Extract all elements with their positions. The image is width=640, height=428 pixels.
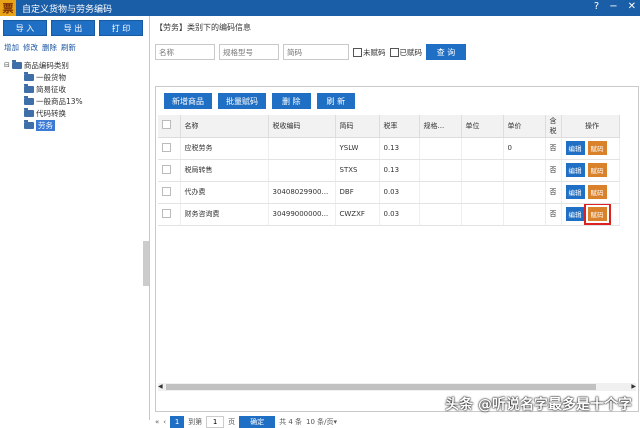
assigned-checkbox[interactable] xyxy=(389,47,399,57)
prev-page-button[interactable]: ‹ xyxy=(163,418,166,426)
model-search-input[interactable] xyxy=(219,44,279,60)
col-short-code[interactable]: 简码 xyxy=(335,115,380,138)
batch-assign-button[interactable]: 批量赋码 xyxy=(218,93,266,109)
add-product-button[interactable]: 新增商品 xyxy=(164,93,212,109)
page-size-select[interactable]: 10 条/页▾ xyxy=(306,417,337,427)
tree-root[interactable]: ⊟ 商品编码类别 xyxy=(4,59,149,71)
table-row[interactable]: 应税劳务 YSLW 0.13 0 否 编辑 赋码 xyxy=(158,137,620,160)
title-bar: 票 自定义货物与劳务编码 ? − ✕ xyxy=(0,0,640,16)
current-page-button[interactable]: 1 xyxy=(170,416,185,428)
short-code-search-input[interactable] xyxy=(283,44,349,60)
col-unit[interactable]: 单位 xyxy=(461,115,504,138)
print-button[interactable]: 打 印 xyxy=(99,20,143,36)
goto-page-input[interactable] xyxy=(206,416,225,428)
tree-item-services[interactable]: 劳务 xyxy=(4,119,149,131)
refresh-link[interactable]: 刷新 xyxy=(61,42,76,53)
scroll-left-icon[interactable]: ◀ xyxy=(158,383,163,390)
right-pane: 【劳务】类别下的编码信息 未赋码 已赋码 查 询 新增商品 批量赋码 删 除 刷… xyxy=(151,16,640,428)
assign-code-button-highlighted[interactable]: 赋码 xyxy=(583,203,611,224)
table-row[interactable]: 税局转售 STXS 0.13 否 编辑 赋码 xyxy=(158,159,620,182)
left-pane: 导 入 导 出 打 印 增加 修改 删除 刷新 ⊟ 商品编码类别 一般货物 简易… xyxy=(0,16,150,420)
goto-label: 到第 xyxy=(188,418,203,426)
col-tax-code[interactable]: 税收编码 xyxy=(268,115,336,138)
refresh-button[interactable]: 刷 新 xyxy=(316,93,356,109)
delete-link[interactable]: 删除 xyxy=(42,42,57,53)
edit-button[interactable]: 编辑 xyxy=(565,185,585,199)
tree-item-general-13[interactable]: 一般商品13% xyxy=(4,95,149,107)
folder-icon xyxy=(24,107,34,117)
folder-icon xyxy=(24,119,34,129)
query-button[interactable]: 查 询 xyxy=(426,44,466,60)
list-panel: 新增商品 批量赋码 删 除 刷 新 名称 税收编码 简码 税率 规格... 单位… xyxy=(155,86,639,412)
help-button[interactable]: ? xyxy=(594,1,599,12)
watermark: 头条 @听说名字最多是十个字 xyxy=(445,397,632,413)
folder-icon xyxy=(24,71,34,81)
tree-item-code-convert[interactable]: 代码转换 xyxy=(4,107,149,119)
col-tax-included[interactable]: 含税 xyxy=(545,115,562,138)
edit-link[interactable]: 修改 xyxy=(23,42,38,53)
window-title: 自定义货物与劳务编码 xyxy=(22,4,113,15)
col-spec[interactable]: 规格... xyxy=(419,115,462,138)
confirm-page-button[interactable]: 确定 xyxy=(239,416,276,428)
assigned-filter[interactable]: 已赋码 xyxy=(389,47,422,58)
select-all-checkbox[interactable] xyxy=(162,120,171,130)
assign-code-button[interactable]: 赋码 xyxy=(587,163,607,177)
unassigned-checkbox[interactable] xyxy=(353,47,362,57)
tree-item-simple-levy[interactable]: 简易征收 xyxy=(4,83,149,95)
assign-code-button[interactable]: 赋码 xyxy=(587,185,607,199)
app-logo-icon: 票 xyxy=(0,0,16,16)
col-name[interactable]: 名称 xyxy=(180,115,269,138)
edit-button[interactable]: 编辑 xyxy=(565,207,585,221)
tree-item-general-goods[interactable]: 一般货物 xyxy=(4,71,149,83)
scroll-thumb[interactable] xyxy=(166,384,596,390)
col-operation: 操作 xyxy=(561,115,620,138)
folder-icon xyxy=(11,59,22,69)
row-checkbox[interactable] xyxy=(162,186,171,196)
row-checkbox[interactable] xyxy=(162,142,171,152)
dropdown-arrow-icon: ▾ xyxy=(333,418,338,426)
first-page-button[interactable]: « xyxy=(155,418,159,426)
delete-button[interactable]: 删 除 xyxy=(272,93,311,109)
assign-code-button[interactable]: 赋码 xyxy=(587,141,607,155)
unassigned-filter[interactable]: 未赋码 xyxy=(353,47,386,58)
table-row[interactable]: 财务咨询费 30499000000... CWZXF 0.03 否 编辑 赋码 xyxy=(158,203,620,226)
table-row[interactable]: 代办费 30408029900... DBF 0.03 否 编辑 赋码 xyxy=(158,181,620,204)
scroll-right-icon[interactable]: ▶ xyxy=(631,383,636,390)
close-button[interactable]: ✕ xyxy=(628,1,636,12)
minimize-button[interactable]: − xyxy=(609,1,617,12)
section-header: 【劳务】类别下的编码信息 xyxy=(155,23,251,32)
folder-icon xyxy=(24,83,34,93)
edit-button[interactable]: 编辑 xyxy=(565,163,585,177)
collapse-toggle-icon[interactable]: ⊟ xyxy=(4,61,10,69)
category-tree: ⊟ 商品编码类别 一般货物 简易征收 一般商品13% 代码转换 劳务 xyxy=(0,59,149,131)
name-search-input[interactable] xyxy=(155,44,215,60)
export-button[interactable]: 导 出 xyxy=(51,20,95,36)
row-checkbox[interactable] xyxy=(162,164,171,174)
page-unit-label: 页 xyxy=(228,418,236,426)
search-row: 未赋码 已赋码 查 询 xyxy=(155,44,466,60)
edit-button[interactable]: 编辑 xyxy=(565,141,585,155)
left-scrollbar[interactable] xyxy=(143,241,149,286)
total-count: 共 4 条 xyxy=(279,418,303,426)
col-price[interactable]: 单价 xyxy=(503,115,546,138)
row-checkbox[interactable] xyxy=(162,208,171,218)
add-link[interactable]: 增加 xyxy=(4,42,19,53)
horizontal-scrollbar[interactable]: ◀ ▶ xyxy=(158,383,636,391)
pagination: « ‹ 1 到第 页 确定 共 4 条 10 条/页▾ xyxy=(155,416,337,428)
import-button[interactable]: 导 入 xyxy=(3,20,47,36)
folder-icon xyxy=(24,95,34,105)
col-tax-rate[interactable]: 税率 xyxy=(379,115,420,138)
items-table: 名称 税收编码 简码 税率 规格... 单位 单价 含税 操作 应税劳务 YSL… xyxy=(158,115,620,226)
